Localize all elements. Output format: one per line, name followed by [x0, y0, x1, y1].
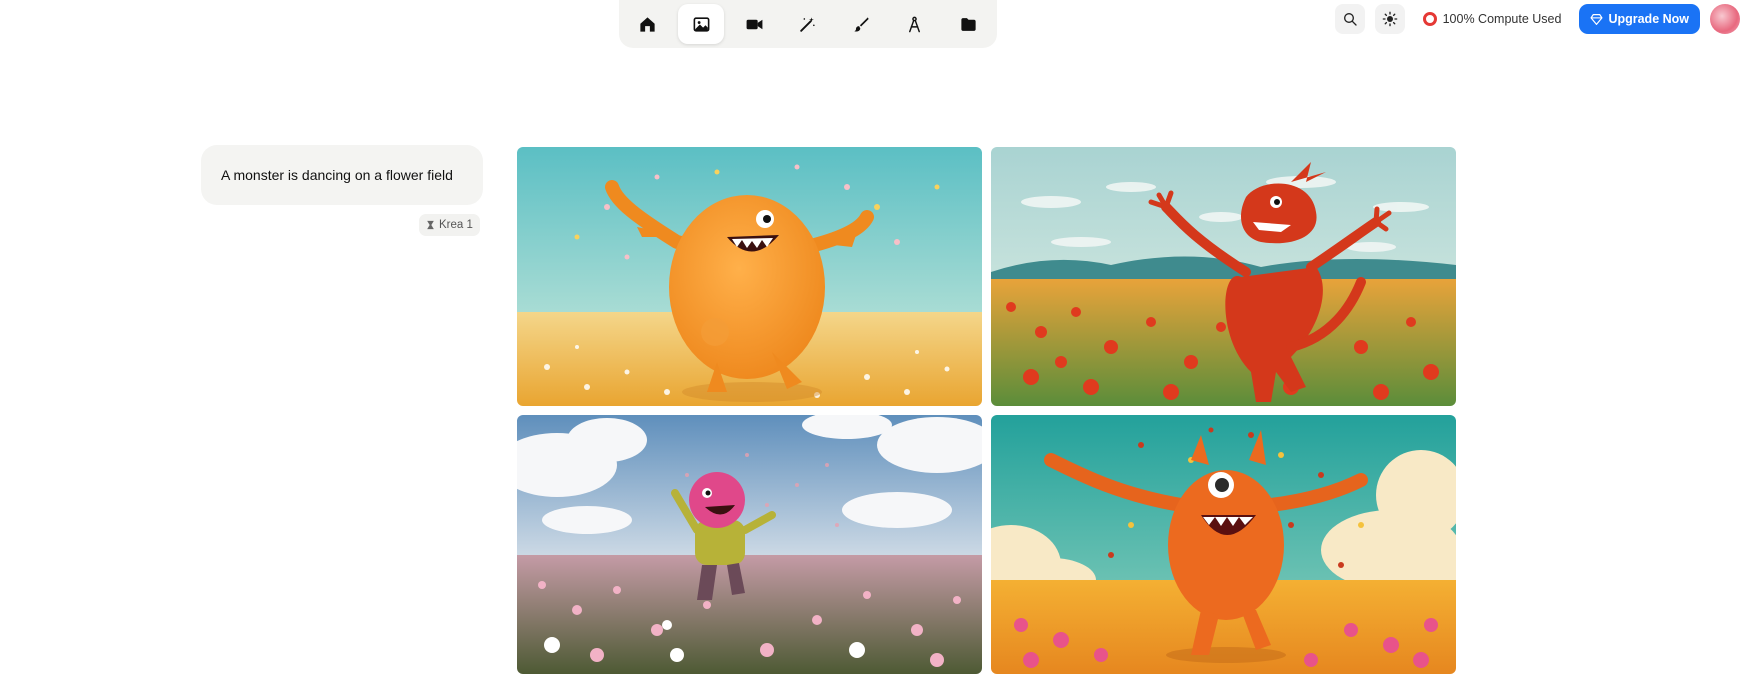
search-button[interactable] — [1334, 4, 1365, 34]
model-badge[interactable]: Krea 1 — [419, 214, 480, 236]
prompt-text: A monster is dancing on a flower field — [221, 167, 453, 183]
orange-monster-image — [517, 147, 982, 406]
nav-video-button[interactable] — [732, 4, 777, 44]
image-icon — [693, 16, 710, 32]
model-label: Krea 1 — [439, 219, 473, 231]
brush-icon — [854, 16, 869, 32]
prompt-card[interactable]: A monster is dancing on a flower field — [201, 145, 483, 205]
sun-icon — [1382, 11, 1397, 27]
results-grid — [517, 147, 1457, 674]
result-image-2[interactable] — [991, 147, 1456, 406]
compass-icon — [909, 16, 921, 32]
magic-wand-icon — [800, 16, 816, 32]
nav-enhance-button[interactable] — [785, 4, 830, 44]
right-toolbar: 100% Compute Used Upgrade Now — [1334, 4, 1740, 34]
nav-edit-button[interactable] — [839, 4, 884, 44]
upgrade-label: Upgrade Now — [1608, 12, 1689, 26]
krea-logo-icon — [427, 220, 434, 230]
theme-toggle-button[interactable] — [1374, 4, 1405, 34]
nav-assets-button[interactable] — [946, 4, 991, 44]
pink-monster-image — [517, 415, 982, 674]
nav-train-button[interactable] — [892, 4, 937, 44]
compute-ring-icon — [1422, 12, 1437, 26]
upgrade-button[interactable]: Upgrade Now — [1579, 4, 1700, 34]
folder-icon — [961, 17, 976, 31]
result-image-3[interactable] — [517, 415, 982, 674]
compute-usage[interactable]: 100% Compute Used — [1415, 4, 1570, 34]
horned-monster-image — [991, 415, 1456, 674]
result-image-4[interactable] — [991, 415, 1456, 674]
home-icon — [640, 16, 655, 32]
top-navigation — [619, 0, 997, 48]
avatar[interactable] — [1710, 4, 1740, 34]
search-icon — [1343, 13, 1357, 26]
result-image-1[interactable] — [517, 147, 982, 406]
diamond-icon — [1590, 13, 1603, 25]
compute-usage-label: 100% Compute Used — [1442, 12, 1562, 26]
nav-home-button[interactable] — [625, 4, 670, 44]
nav-image-button[interactable] — [678, 4, 724, 44]
video-icon — [746, 19, 763, 29]
red-monster-image — [991, 147, 1456, 406]
